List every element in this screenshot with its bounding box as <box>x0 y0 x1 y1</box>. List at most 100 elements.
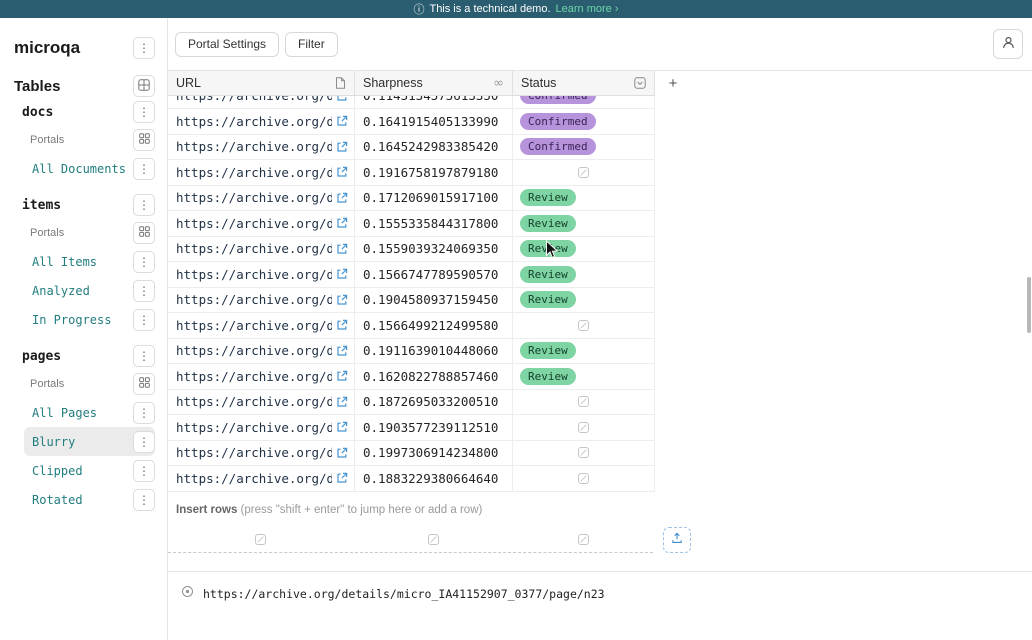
url-cell[interactable]: https://archive.org/det <box>168 109 355 135</box>
status-cell[interactable] <box>513 160 655 186</box>
column-header-status[interactable]: Status <box>513 71 655 96</box>
url-cell[interactable]: https://archive.org/det <box>168 96 355 109</box>
external-link-icon[interactable] <box>336 166 348 178</box>
insert-row[interactable] <box>168 527 1032 553</box>
table-row[interactable]: https://archive.org/det 0.19045809371594… <box>168 288 655 314</box>
status-cell[interactable] <box>513 313 655 339</box>
url-cell[interactable]: https://archive.org/det <box>168 211 355 237</box>
status-badge[interactable]: Confirmed <box>520 138 596 155</box>
status-badge[interactable]: Confirmed <box>520 113 596 130</box>
table-row[interactable]: https://archive.org/det 0.19973069142348… <box>168 441 655 467</box>
sharpness-cell[interactable]: 0.1712069015917100 <box>355 186 513 212</box>
external-link-icon[interactable] <box>336 294 348 306</box>
sharpness-cell[interactable]: 0.1872695033200510 <box>355 390 513 416</box>
portal-menu-button[interactable]: ⋮ <box>133 280 155 302</box>
portal-menu-button[interactable]: ⋮ <box>133 431 155 453</box>
table-menu-button[interactable]: ⋮ <box>133 345 155 367</box>
sharpness-cell[interactable]: 0.1145134575613350 <box>355 96 513 109</box>
external-link-icon[interactable] <box>336 447 348 459</box>
table-row[interactable]: https://archive.org/det 0.19035772391125… <box>168 415 655 441</box>
learn-more-link[interactable]: Learn more › <box>556 3 619 15</box>
status-badge[interactable]: Review <box>520 291 576 308</box>
column-header-sharpness[interactable]: Sharpness ∞ <box>355 71 513 96</box>
portal-item[interactable]: Rotated ⋮ <box>24 485 155 514</box>
scrollbar-thumb[interactable] <box>1027 277 1031 333</box>
table-name[interactable]: items <box>22 198 61 213</box>
status-cell[interactable]: Review <box>513 339 655 365</box>
url-cell[interactable]: https://archive.org/det <box>168 186 355 212</box>
url-cell[interactable]: https://archive.org/det <box>168 262 355 288</box>
table-row[interactable]: https://archive.org/det 0.16419154051339… <box>168 109 655 135</box>
sharpness-cell[interactable]: 0.1883229380664640 <box>355 466 513 492</box>
table-row[interactable]: https://archive.org/det 0.15664992124995… <box>168 313 655 339</box>
portal-item[interactable]: All Pages ⋮ <box>24 398 155 427</box>
status-cell[interactable] <box>513 390 655 416</box>
sharpness-cell[interactable]: 0.1904580937159450 <box>355 288 513 314</box>
status-cell[interactable] <box>513 441 655 467</box>
portals-grid-button[interactable] <box>133 129 155 151</box>
table-menu-button[interactable]: ⋮ <box>133 101 155 123</box>
url-cell[interactable]: https://archive.org/det <box>168 135 355 161</box>
external-link-icon[interactable] <box>336 96 348 102</box>
portal-item[interactable]: Clipped ⋮ <box>24 456 155 485</box>
external-link-icon[interactable] <box>336 370 348 382</box>
status-cell[interactable] <box>513 466 655 492</box>
external-link-icon[interactable] <box>336 217 348 229</box>
status-badge[interactable]: Confirmed <box>520 96 596 104</box>
sharpness-cell[interactable]: 0.1555335844317800 <box>355 211 513 237</box>
status-badge[interactable]: Review <box>520 368 576 385</box>
table-row[interactable]: https://archive.org/det 0.18832293806646… <box>168 466 655 492</box>
external-link-icon[interactable] <box>336 243 348 255</box>
portal-menu-button[interactable]: ⋮ <box>133 309 155 331</box>
sharpness-cell[interactable]: 0.1559039324069350 <box>355 237 513 263</box>
external-link-icon[interactable] <box>336 319 348 331</box>
status-cell[interactable]: Review <box>513 262 655 288</box>
url-cell[interactable]: https://archive.org/det <box>168 160 355 186</box>
add-table-button[interactable] <box>133 75 155 97</box>
portal-menu-button[interactable]: ⋮ <box>133 460 155 482</box>
table-row[interactable]: https://archive.org/det 0.11451345756133… <box>168 96 655 109</box>
table-row[interactable]: https://archive.org/det 0.15553358443178… <box>168 211 655 237</box>
column-header-url[interactable]: URL <box>168 71 355 96</box>
portal-menu-button[interactable]: ⋮ <box>133 251 155 273</box>
external-link-icon[interactable] <box>336 192 348 204</box>
status-badge[interactable]: Review <box>520 215 576 232</box>
table-row[interactable]: https://archive.org/det 0.16452429833854… <box>168 135 655 161</box>
table-row[interactable]: https://archive.org/det 0.15667477895905… <box>168 262 655 288</box>
external-link-icon[interactable] <box>336 421 348 433</box>
portal-item[interactable]: Analyzed ⋮ <box>24 276 155 305</box>
insert-cell-sharpness[interactable] <box>355 527 511 553</box>
url-cell[interactable]: https://archive.org/det <box>168 339 355 365</box>
table-row[interactable]: https://archive.org/det 0.16208227888574… <box>168 364 655 390</box>
portal-menu-button[interactable]: ⋮ <box>133 402 155 424</box>
external-link-icon[interactable] <box>336 141 348 153</box>
filter-button[interactable]: Filter <box>285 32 338 57</box>
portal-menu-button[interactable]: ⋮ <box>133 158 155 180</box>
url-cell[interactable]: https://archive.org/det <box>168 237 355 263</box>
sharpness-cell[interactable]: 0.1997306914234800 <box>355 441 513 467</box>
status-badge[interactable]: Review <box>520 189 576 206</box>
url-cell[interactable]: https://archive.org/det <box>168 466 355 492</box>
table-name[interactable]: pages <box>22 349 61 364</box>
external-link-icon[interactable] <box>336 345 348 357</box>
sharpness-cell[interactable]: 0.1645242983385420 <box>355 135 513 161</box>
portal-item[interactable]: All Items ⋮ <box>24 247 155 276</box>
table-row[interactable]: https://archive.org/det 0.18726950332005… <box>168 390 655 416</box>
external-link-icon[interactable] <box>336 115 348 127</box>
insert-cell-status[interactable] <box>513 527 653 553</box>
table-row[interactable]: https://archive.org/det 0.15590393240693… <box>168 237 655 263</box>
sharpness-cell[interactable]: 0.1911639010448060 <box>355 339 513 365</box>
insert-cell-url[interactable] <box>168 527 353 553</box>
url-cell[interactable]: https://archive.org/det <box>168 415 355 441</box>
portal-menu-button[interactable]: ⋮ <box>133 489 155 511</box>
table-row[interactable]: https://archive.org/det 0.19116390104480… <box>168 339 655 365</box>
table-menu-button[interactable]: ⋮ <box>133 194 155 216</box>
url-cell[interactable]: https://archive.org/det <box>168 390 355 416</box>
url-cell[interactable]: https://archive.org/det <box>168 364 355 390</box>
portal-item[interactable]: Blurry ⋮ <box>24 427 155 456</box>
add-column-button[interactable]: + <box>655 71 691 96</box>
portals-grid-button[interactable] <box>133 373 155 395</box>
external-link-icon[interactable] <box>336 268 348 280</box>
portal-settings-button[interactable]: Portal Settings <box>175 32 279 57</box>
status-cell[interactable]: Confirmed <box>513 135 655 161</box>
